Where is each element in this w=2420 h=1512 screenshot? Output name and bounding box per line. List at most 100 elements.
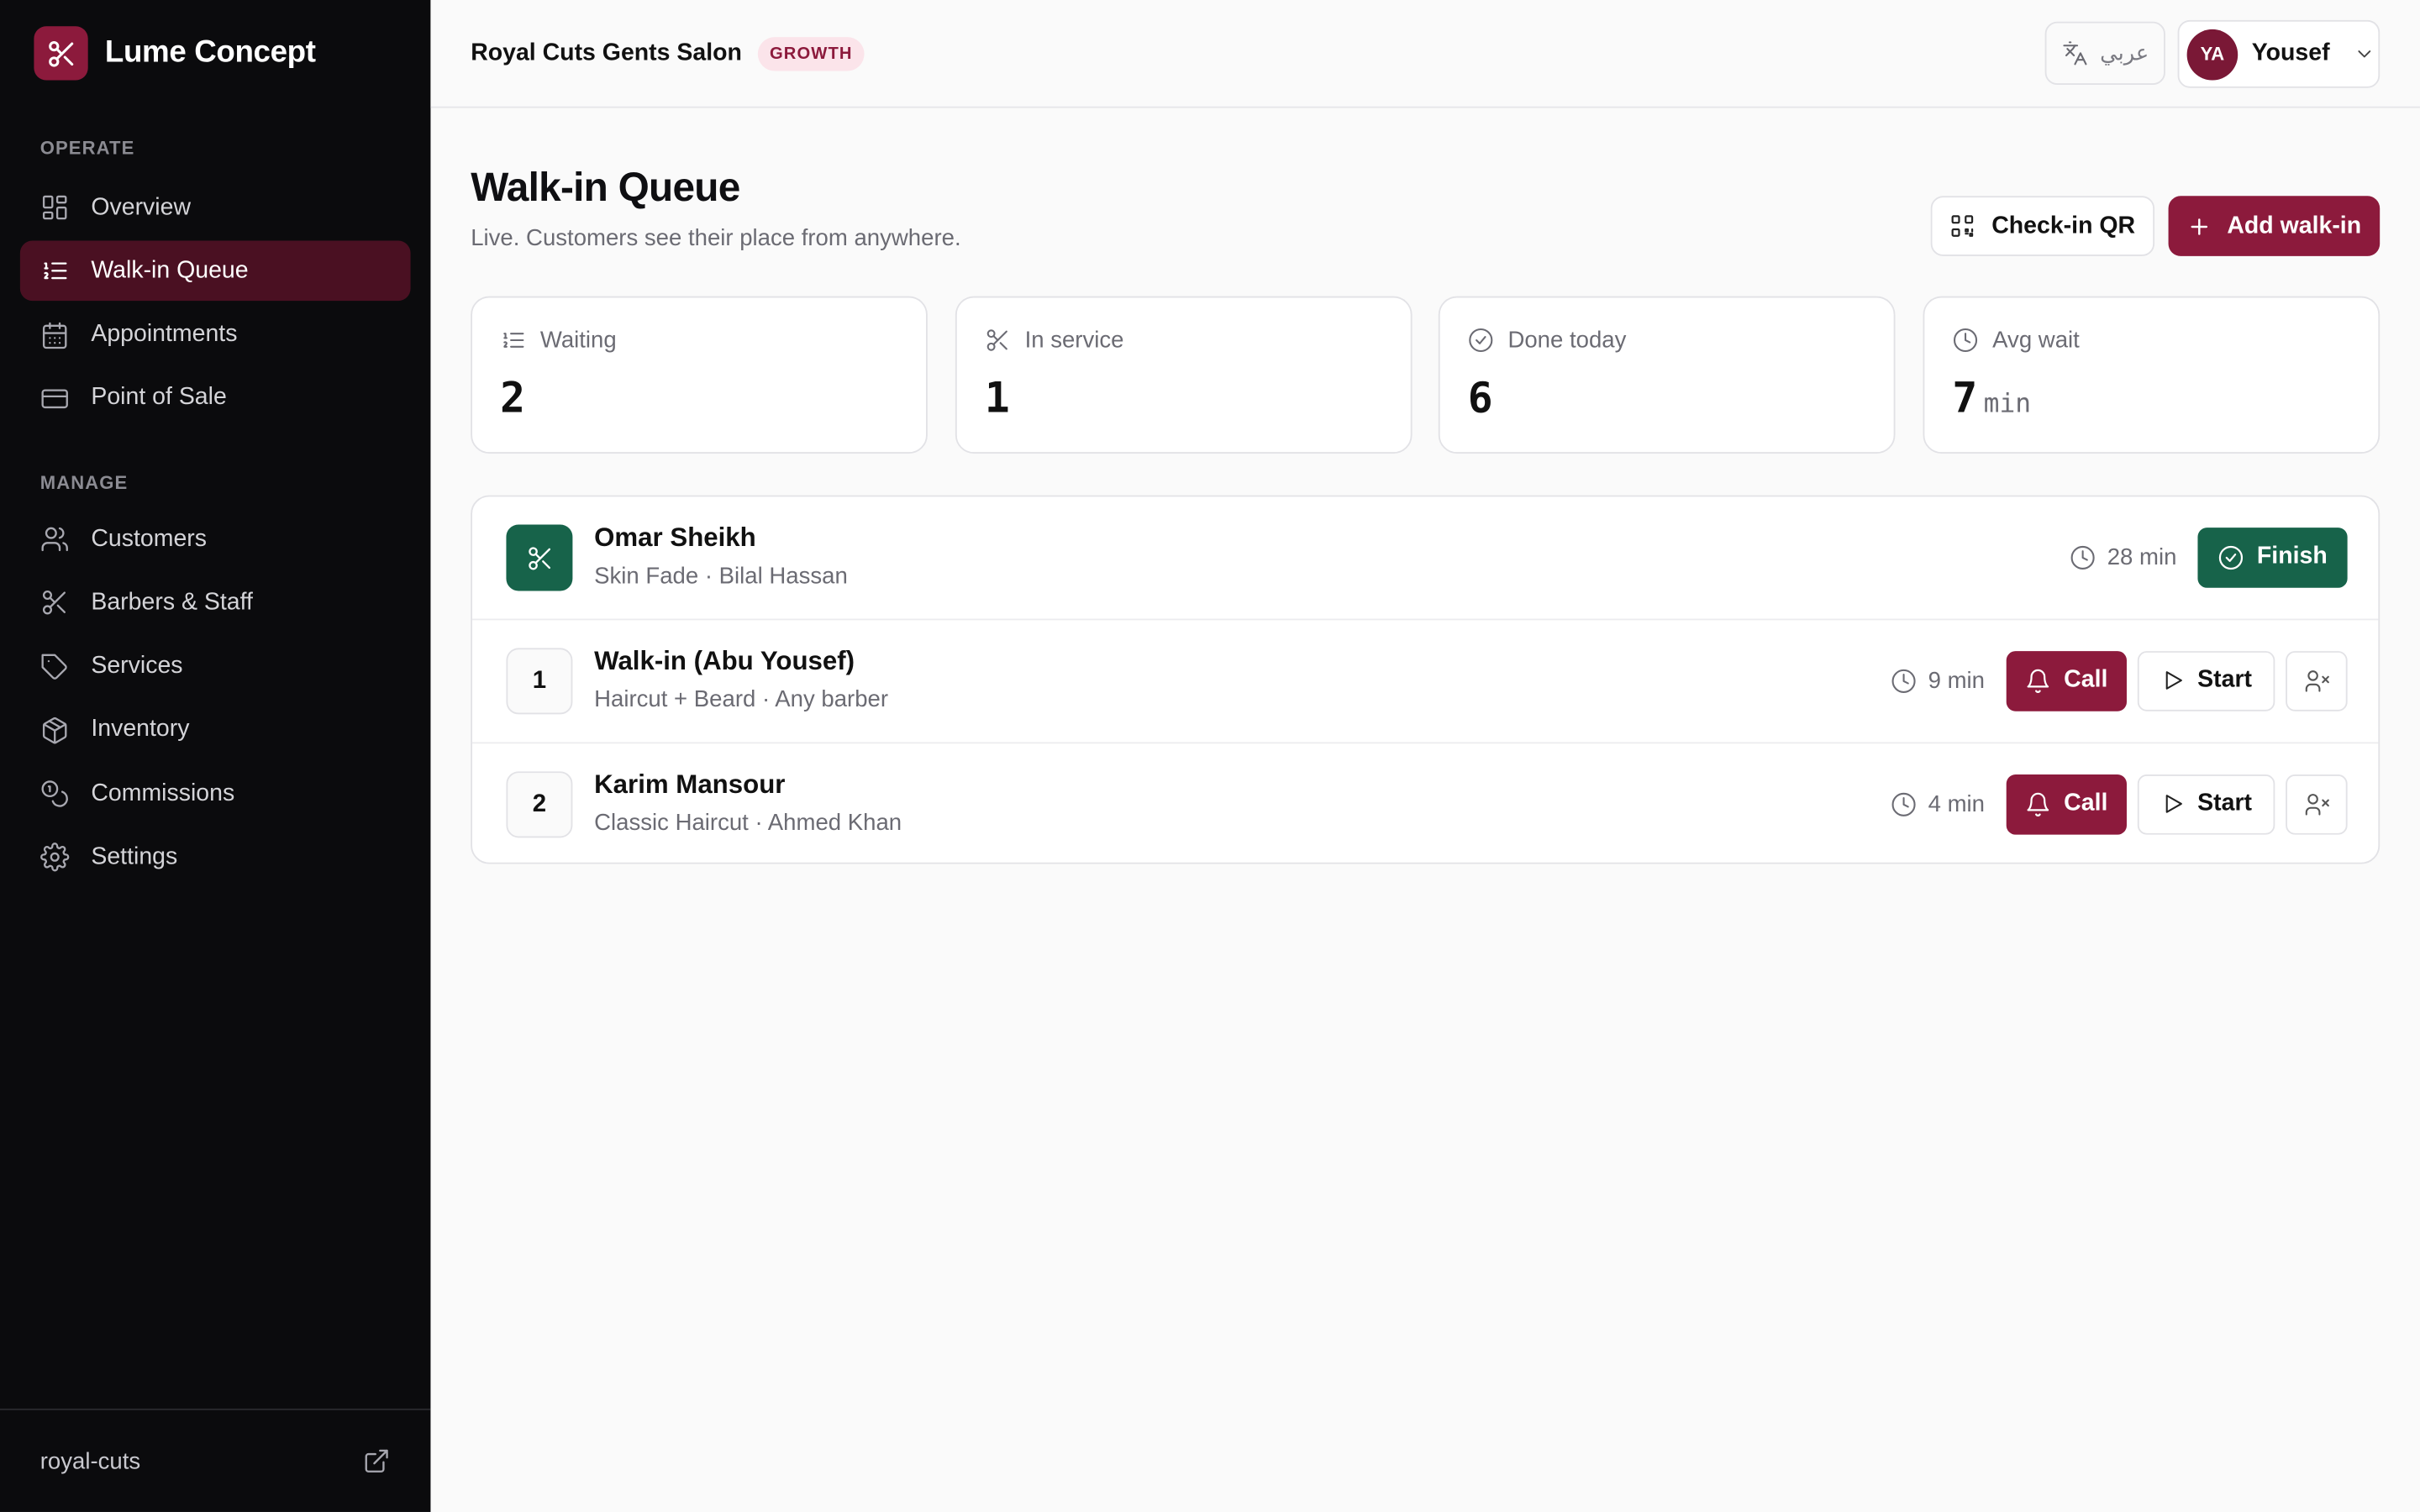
stat-number: 1 bbox=[984, 375, 1010, 423]
queue-row-in-service[interactable]: Omar Sheikh Skin Fade · Bilal Hassan 28 … bbox=[472, 496, 2378, 618]
remove-customer-button[interactable] bbox=[2286, 650, 2348, 711]
translate-icon bbox=[2062, 41, 2086, 66]
service-detail: Classic Haircut · Ahmed Khan bbox=[594, 810, 902, 837]
check-circle-icon bbox=[2219, 544, 2244, 570]
sidebar-item-overview[interactable]: Overview bbox=[20, 177, 411, 238]
checkin-qr-label: Check-in QR bbox=[1991, 212, 2136, 239]
grid-icon bbox=[42, 195, 67, 220]
in-service-badge bbox=[506, 524, 573, 591]
customer-name: Omar Sheikh bbox=[594, 522, 756, 553]
clock-icon bbox=[1892, 791, 1917, 816]
queue-position: 2 bbox=[506, 771, 573, 838]
sidebar-item-label: Appointments bbox=[91, 321, 238, 348]
brand-name: Lume Concept bbox=[104, 35, 316, 70]
sidebar-footer[interactable]: royal-cuts bbox=[0, 1408, 431, 1512]
wait-time: 9 min bbox=[1891, 667, 1985, 694]
user-remove-icon bbox=[2304, 669, 2328, 691]
queue-list: Omar Sheikh Skin Fade · Bilal Hassan 28 … bbox=[471, 495, 2381, 864]
external-link-icon[interactable] bbox=[363, 1447, 391, 1475]
stat-value: 1 bbox=[985, 375, 1010, 423]
finish-label: Finish bbox=[2256, 543, 2328, 570]
stat-label-text: Done today bbox=[1507, 327, 1627, 354]
sidebar-item-customers[interactable]: Customers bbox=[20, 509, 411, 570]
tag-icon bbox=[41, 653, 67, 680]
sidebar-item-services[interactable]: Services bbox=[20, 637, 411, 697]
nav-operate: Overview Walk-in Queue Appointments Poin… bbox=[19, 177, 411, 432]
page-title: Walk-in Queue bbox=[471, 163, 740, 210]
add-walkin-button[interactable]: Add walk-in bbox=[2168, 196, 2381, 256]
sidebar-item-point-of-sale[interactable]: Point of Sale bbox=[20, 369, 411, 429]
queue-position: 1 bbox=[506, 648, 573, 715]
stat-label-text: In service bbox=[1024, 327, 1124, 354]
start-label: Start bbox=[2197, 790, 2253, 816]
stat-number: 7 bbox=[1952, 375, 1978, 423]
page-subtitle: Live. Customers see their place from any… bbox=[471, 225, 961, 252]
stat-card-waiting: Waiting 2 bbox=[471, 296, 928, 454]
sidebar-item-barbers-staff[interactable]: Barbers & Staff bbox=[20, 573, 411, 633]
sidebar-item-label: Services bbox=[91, 653, 183, 680]
start-button[interactable]: Start bbox=[2137, 650, 2275, 711]
scissors-icon bbox=[42, 591, 66, 616]
stat-value: 2 bbox=[500, 375, 525, 423]
call-label: Call bbox=[2064, 666, 2108, 693]
clock-icon bbox=[1953, 328, 1978, 353]
sidebar-item-inventory[interactable]: Inventory bbox=[20, 701, 411, 761]
check-circle-icon bbox=[1469, 328, 1493, 353]
call-button[interactable]: Call bbox=[2006, 650, 2127, 711]
plus-icon bbox=[2191, 218, 2208, 234]
queue-row[interactable]: 2 Karim Mansour Classic Haircut · Ahmed … bbox=[472, 742, 2379, 862]
user-menu-button[interactable]: YA Yousef bbox=[2177, 19, 2381, 88]
salon-info: Royal Cuts Gents Salon GROWTH bbox=[471, 37, 865, 71]
coins-icon bbox=[41, 780, 68, 807]
package-icon bbox=[42, 717, 67, 744]
bell-icon bbox=[2028, 791, 2049, 816]
sidebar-item-walkin-queue[interactable]: Walk-in Queue bbox=[19, 241, 411, 302]
sidebar-item-label: Overview bbox=[91, 193, 192, 220]
sidebar-item-settings[interactable]: Settings bbox=[20, 827, 411, 888]
queue-row[interactable]: 1 Walk-in (Abu Yousef) Haircut + Beard ·… bbox=[472, 618, 2379, 741]
calendar-icon bbox=[42, 322, 67, 349]
language-toggle-button[interactable]: عربي bbox=[2044, 21, 2165, 86]
sidebar-item-appointments[interactable]: Appointments bbox=[20, 305, 411, 365]
sidebar-item-commissions[interactable]: Commissions bbox=[20, 764, 411, 825]
sidebar-item-label: Barbers & Staff bbox=[91, 589, 253, 616]
wait-time: 28 min bbox=[2070, 543, 2177, 570]
stat-number: 2 bbox=[500, 375, 525, 423]
credit-card-icon bbox=[41, 389, 68, 408]
section-label-operate: OPERATE bbox=[39, 137, 135, 160]
user-name: Yousef bbox=[2251, 39, 2330, 66]
call-button[interactable]: Call bbox=[2006, 774, 2127, 834]
stat-number: 6 bbox=[1467, 375, 1493, 423]
wait-time: 4 min bbox=[1891, 790, 1985, 817]
stat-card-in-service: In service 1 bbox=[955, 296, 1413, 454]
finish-button[interactable]: Finish bbox=[2198, 527, 2348, 587]
remove-customer-button[interactable] bbox=[2286, 774, 2348, 834]
scissors-icon bbox=[528, 546, 550, 570]
stat-label: In service bbox=[985, 327, 1124, 354]
user-remove-icon bbox=[2304, 793, 2328, 815]
stat-value: 6 bbox=[1468, 375, 1493, 423]
stats-row: Waiting 2 In service 1 Done today 6 Avg … bbox=[471, 296, 2381, 454]
topbar: Royal Cuts Gents Salon GROWTH عربي YA Yo… bbox=[430, 0, 2420, 108]
wait-time-text: 28 min bbox=[2107, 543, 2177, 570]
checkin-qr-button[interactable]: Check-in QR bbox=[1930, 196, 2155, 256]
start-button[interactable]: Start bbox=[2137, 774, 2275, 834]
plan-badge: GROWTH bbox=[757, 37, 865, 71]
call-label: Call bbox=[2064, 790, 2108, 816]
nav-manage: Customers Barbers & Staff Services Inven… bbox=[20, 509, 411, 891]
wait-time-text: 4 min bbox=[1928, 790, 1985, 817]
list-ordered-icon bbox=[503, 333, 524, 348]
brand[interactable]: Lume Concept bbox=[34, 26, 316, 81]
service-detail: Haircut + Beard · Any barber bbox=[594, 686, 889, 713]
sidebar: Lume Concept OPERATE Overview Walk-in Qu… bbox=[0, 0, 431, 1512]
stat-label: Avg wait bbox=[1952, 327, 2080, 354]
sidebar-item-label: Point of Sale bbox=[91, 385, 227, 412]
stat-card-avg-wait: Avg wait 7 min bbox=[1923, 296, 2381, 454]
service-detail: Skin Fade · Bilal Hassan bbox=[594, 563, 848, 590]
stat-label-text: Waiting bbox=[539, 327, 617, 354]
language-label: عربي bbox=[2100, 40, 2149, 66]
stat-unit: min bbox=[1983, 388, 2032, 420]
customer-name: Karim Mansour bbox=[594, 769, 786, 800]
chevron-down-icon bbox=[2357, 50, 2370, 58]
sidebar-item-label: Customers bbox=[91, 525, 208, 552]
